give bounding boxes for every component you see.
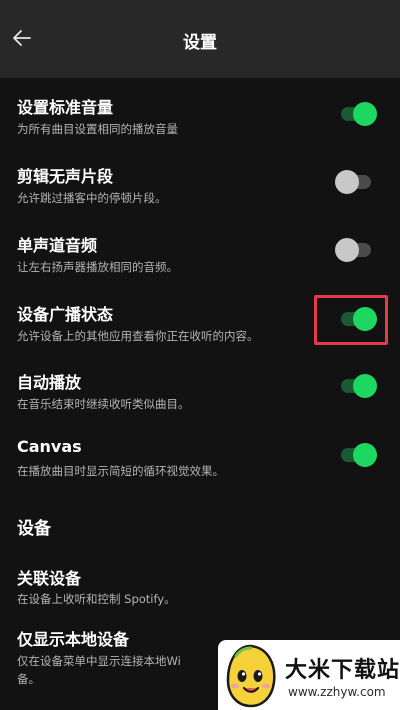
- toggle-knob: [353, 443, 377, 467]
- setting-description: 让左右扬声器播放相同的音频。: [17, 260, 178, 274]
- watermark: 大米下载站 www.zzhyw.com: [218, 640, 400, 710]
- setting-title: 设备广播状态: [17, 305, 114, 324]
- setting-description: 在播放曲目时显示简短的循环视觉效果。: [17, 464, 224, 478]
- rice-grain-logo-icon: [226, 644, 276, 708]
- highlight-box: [314, 295, 388, 345]
- setting-title: 单声道音频: [17, 236, 98, 255]
- normalize-volume-toggle[interactable]: [337, 102, 377, 126]
- setting-title: 仅显示本地设备: [17, 630, 130, 649]
- setting-title: 剪辑无声片段: [17, 167, 114, 186]
- autoplay-toggle[interactable]: [337, 374, 377, 398]
- toggle-knob: [335, 170, 359, 194]
- setting-description-continued: 备。: [17, 672, 40, 686]
- setting-title: 关联设备: [17, 569, 82, 588]
- setting-title: Canvas: [17, 437, 82, 456]
- setting-description: 在设备上收听和控制 Spotify。: [17, 592, 176, 606]
- setting-description: 仅在设备菜单中显示连接本地Wi: [17, 654, 181, 668]
- watermark-title: 大米下载站: [285, 658, 400, 683]
- toggle-knob: [335, 238, 359, 262]
- mono-audio-toggle[interactable]: [335, 238, 377, 262]
- toggle-knob: [353, 374, 377, 398]
- section-title-devices: 设备: [17, 519, 51, 539]
- setting-description: 在音乐结束时继续收听类似曲目。: [17, 397, 190, 411]
- toggle-knob: [353, 102, 377, 126]
- setting-description: 为所有曲目设置相同的播放音量: [17, 122, 178, 136]
- top-bar: 设置: [0, 0, 400, 78]
- canvas-toggle[interactable]: [337, 443, 377, 467]
- setting-title: 设置标准音量: [17, 98, 114, 117]
- setting-description: 允许跳过播客中的停顿片段。: [17, 191, 167, 205]
- setting-description: 允许设备上的其他应用查看你正在收听的内容。: [17, 329, 259, 343]
- setting-title: 自动播放: [17, 373, 82, 392]
- page-title: 设置: [183, 33, 217, 53]
- watermark-url: www.zzhyw.com: [288, 685, 386, 699]
- settings-screen: 设置 设置标准音量 为所有曲目设置相同的播放音量 剪辑无声片段 允许跳过播客中的…: [0, 0, 400, 710]
- trim-silence-toggle[interactable]: [335, 170, 377, 194]
